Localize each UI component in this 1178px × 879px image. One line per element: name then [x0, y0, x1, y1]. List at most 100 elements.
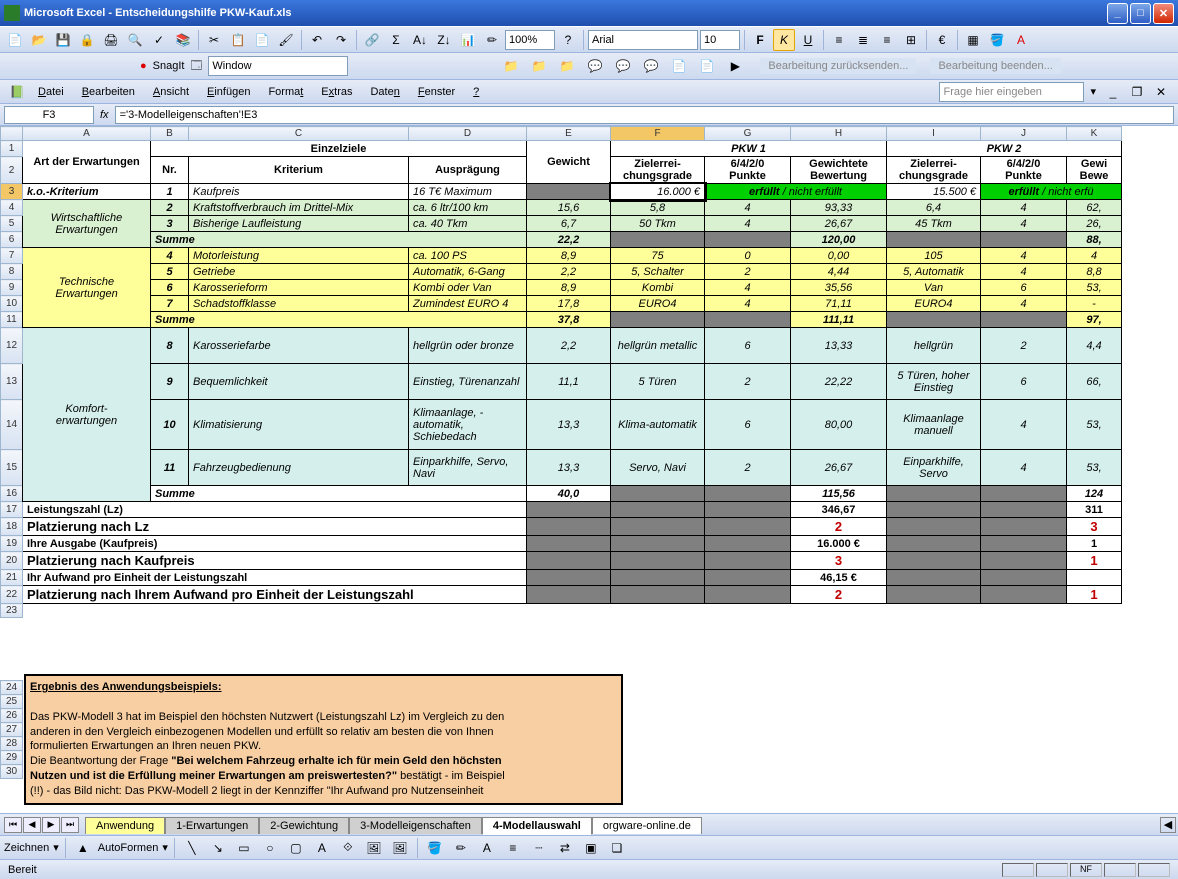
menu-einfuegen[interactable]: Einfügen	[199, 83, 258, 101]
cell[interactable]: Klimaanlage, -automatik, Schiebedach	[409, 400, 527, 450]
menu-help[interactable]: ?	[465, 83, 487, 101]
col-header[interactable]: D	[409, 127, 527, 141]
cell-selected[interactable]: 16.000 €	[611, 184, 705, 200]
col-header[interactable]: G	[705, 127, 791, 141]
underline-button[interactable]: U	[797, 29, 819, 51]
tb-icon[interactable]: 📄	[668, 55, 690, 77]
row-header[interactable]: 21	[1, 570, 23, 586]
row-header[interactable]: 25	[1, 695, 23, 709]
cell[interactable]: 2	[705, 450, 791, 486]
cell[interactable]: ca. 6 ltr/100 km	[409, 200, 527, 216]
row-header[interactable]: 19	[1, 536, 23, 552]
cell[interactable]: Wirtschaftliche Erwartungen	[23, 200, 151, 248]
cell[interactable]: k.o.-Kriterium	[23, 184, 151, 200]
cell[interactable]: 17,8	[527, 296, 611, 312]
cell[interactable]: Kaufpreis	[189, 184, 409, 200]
cell[interactable]	[981, 502, 1067, 518]
cell[interactable]: 4,4	[1067, 328, 1122, 364]
cell[interactable]: Ihre Ausgabe (Kaufpreis)	[23, 536, 527, 552]
menu-datei[interactable]: Datei	[30, 83, 72, 101]
clipart-icon[interactable]: 🖼	[363, 837, 385, 859]
autoshapes-menu[interactable]: AutoFormen	[98, 842, 159, 854]
cell[interactable]	[981, 232, 1067, 248]
cell[interactable]: ca. 40 Tkm	[409, 216, 527, 232]
line-icon[interactable]: ╲	[181, 837, 203, 859]
cell[interactable]: 6	[705, 328, 791, 364]
col-header[interactable]: I	[887, 127, 981, 141]
cell[interactable]: Schadstoffklasse	[189, 296, 409, 312]
row-header[interactable]: 20	[1, 552, 23, 570]
sheet-tab[interactable]: 2-Gewichtung	[259, 817, 349, 834]
cell[interactable]	[527, 502, 611, 518]
cell[interactable]: Summe	[151, 312, 527, 328]
cell[interactable]	[705, 312, 791, 328]
draw-menu[interactable]: Zeichnen	[4, 842, 49, 854]
cell[interactable]: Ihr Aufwand pro Einheit der Leistungszah…	[23, 570, 527, 586]
maximize-button[interactable]: □	[1130, 3, 1151, 24]
3d-icon[interactable]: ❏	[606, 837, 628, 859]
cell[interactable]: Bisherige Laufleistung	[189, 216, 409, 232]
fill-icon[interactable]: 🪣	[424, 837, 446, 859]
cell[interactable]	[611, 486, 705, 502]
cell[interactable]: 66,	[1067, 364, 1122, 400]
format-painter-icon[interactable]: 🖌	[275, 29, 297, 51]
cell[interactable]: EURO4	[887, 296, 981, 312]
cell[interactable]: 97,	[1067, 312, 1122, 328]
cell[interactable]: 4,44	[791, 264, 887, 280]
cell[interactable]: 4	[981, 216, 1067, 232]
row-header[interactable]: 5	[1, 216, 23, 232]
sheet-tab-active[interactable]: 4-Modellauswahl	[482, 817, 592, 835]
tab-nav-first[interactable]: ⏮	[4, 817, 22, 833]
minimize-button[interactable]: _	[1107, 3, 1128, 24]
cell[interactable]: ca. 100 PS	[409, 248, 527, 264]
fontcolor-icon[interactable]: A	[476, 837, 498, 859]
cell[interactable]: 4	[705, 216, 791, 232]
row-header[interactable]: 15	[1, 450, 23, 486]
col-header[interactable]: K	[1067, 127, 1122, 141]
cell[interactable]	[887, 486, 981, 502]
tab-nav-last[interactable]: ⏭	[61, 817, 79, 833]
italic-button[interactable]: K	[773, 29, 795, 51]
sheet-tab[interactable]: 1-Erwartungen	[165, 817, 259, 834]
scroll-left-icon[interactable]: ◀	[1160, 817, 1176, 833]
wb-restore-icon[interactable]: ❐	[1126, 81, 1148, 103]
sort-asc-icon[interactable]: A↓	[409, 29, 431, 51]
font-size-box[interactable]	[700, 30, 740, 50]
cell[interactable]: 26,67	[791, 216, 887, 232]
linecolor-icon[interactable]: ✏	[450, 837, 472, 859]
ask-question-box[interactable]	[939, 82, 1084, 102]
row-header[interactable]: 17	[1, 502, 23, 518]
align-right-icon[interactable]: ≡	[876, 29, 898, 51]
row-header[interactable]: 14	[1, 400, 23, 450]
row-header[interactable]: 18	[1, 518, 23, 536]
row-header[interactable]: 16	[1, 486, 23, 502]
cell[interactable]: Zumindest EURO 4	[409, 296, 527, 312]
cell[interactable]: 124	[1067, 486, 1122, 502]
cell[interactable]: 9	[151, 364, 189, 400]
cut-icon[interactable]: ✂	[203, 29, 225, 51]
undo-icon[interactable]: ↶	[306, 29, 328, 51]
wb-minimize-icon[interactable]: _	[1102, 81, 1124, 103]
sheet-tab[interactable]: orgware-online.de	[592, 817, 702, 834]
cell[interactable]: 53,	[1067, 450, 1122, 486]
row-header[interactable]: 4	[1, 200, 23, 216]
cell[interactable]: 10	[151, 400, 189, 450]
cell[interactable]: Zielerrei- chungsgrade	[887, 157, 981, 184]
row-header[interactable]: 8	[1, 264, 23, 280]
cell[interactable]: Platzierung nach Kaufpreis	[23, 552, 527, 570]
cell[interactable]: Kombi oder Van	[409, 280, 527, 296]
cell[interactable]: 8,8	[1067, 264, 1122, 280]
menu-extras[interactable]: Extras	[313, 83, 360, 101]
menu-daten[interactable]: Daten	[362, 83, 407, 101]
tb-icon[interactable]: 💬	[640, 55, 662, 77]
new-icon[interactable]: 📄	[4, 29, 26, 51]
row-header[interactable]: 9	[1, 280, 23, 296]
cell[interactable]: 4	[981, 200, 1067, 216]
cell[interactable]	[887, 502, 981, 518]
tab-nav-next[interactable]: ▶	[42, 817, 60, 833]
cell[interactable]: hellgrün metallic	[611, 328, 705, 364]
research-icon[interactable]: 📚	[172, 29, 194, 51]
arrowstyle-icon[interactable]: ⇄	[554, 837, 576, 859]
cell[interactable]: Einzelziele	[151, 141, 527, 157]
font-color-icon[interactable]: A	[1010, 29, 1032, 51]
